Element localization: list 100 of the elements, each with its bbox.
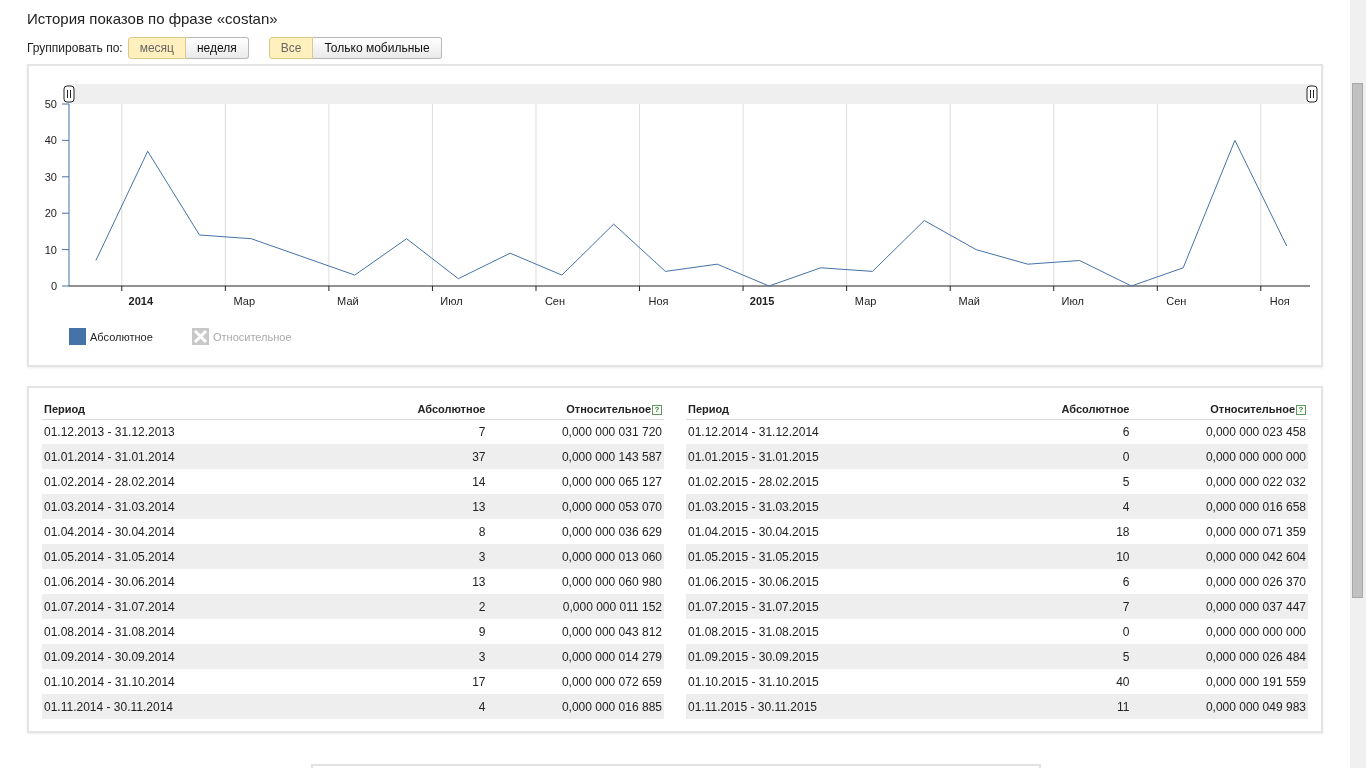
table-cell: 01.09.2015 - 30.09.2015: [686, 644, 1010, 669]
column-header: Абсолютное: [365, 400, 488, 419]
page-title: История показов по фразе «costan»: [27, 9, 279, 29]
table-cell: 0,000 000 016 658: [1131, 494, 1308, 519]
table-cell: 01.03.2014 - 31.03.2014: [42, 494, 366, 519]
tick-mark: [121, 285, 123, 292]
table-cell: 6: [1009, 419, 1132, 444]
tick-mark: [535, 285, 537, 292]
table-cell: 0,000 000 013 060: [487, 544, 664, 569]
table-cell: 01.11.2015 - 30.11.2015: [686, 694, 1010, 719]
group-by-label: Группировать по:: [27, 40, 123, 57]
table-cell: 18: [1009, 519, 1132, 544]
table-cell: 3: [365, 544, 488, 569]
table-cell: 01.04.2014 - 30.04.2014: [42, 519, 366, 544]
tick-mark: [61, 285, 70, 287]
tick-mark: [61, 249, 70, 251]
column-header: Относительное: [566, 403, 651, 415]
table-cell: 0,000 000 060 980: [487, 569, 664, 594]
table-cell: 0,000 000 000 000: [1131, 619, 1308, 644]
table-cell: 01.04.2015 - 30.04.2015: [686, 519, 1010, 544]
column-header: Абсолютное: [1009, 400, 1132, 419]
help-icon[interactable]: ?: [652, 405, 662, 415]
table-cell: 0,000 000 053 070: [487, 494, 664, 519]
table-cell: 0,000 000 042 604: [1131, 544, 1308, 569]
tick-mark: [949, 285, 951, 292]
axis-label: Сен: [544, 295, 566, 307]
toggle-button[interactable]: Все: [268, 37, 314, 59]
help-icon[interactable]: ?: [1296, 405, 1306, 415]
table-cell: 7: [1009, 594, 1132, 619]
table-cell: 5: [1009, 469, 1132, 494]
tick-mark: [61, 212, 70, 214]
tick-mark: [61, 139, 70, 141]
table-cell: 13: [365, 494, 488, 519]
tick-mark: [1053, 285, 1055, 292]
table-cell: 40: [1009, 669, 1132, 694]
table-cell: 01.05.2014 - 31.05.2014: [42, 544, 366, 569]
table-cell: 0,000 000 014 279: [487, 644, 664, 669]
table-cell: 2: [365, 594, 488, 619]
axis-label: 50: [44, 98, 57, 110]
table-cell: 0: [1009, 619, 1132, 644]
table-cell: 0,000 000 016 885: [487, 694, 664, 719]
toggle-button[interactable]: Только мобильные: [313, 37, 442, 59]
legend-item[interactable]: Абсолютное: [69, 328, 153, 345]
table-cell: 01.02.2014 - 28.02.2014: [42, 469, 366, 494]
table-cell: 6: [1009, 569, 1132, 594]
table-cell: 01.05.2015 - 31.05.2015: [686, 544, 1010, 569]
axis-label: 30: [44, 170, 57, 183]
table-cell: 9: [365, 619, 488, 644]
tick-mark: [431, 285, 433, 292]
table-cell: 01.03.2015 - 31.03.2015: [686, 494, 1010, 519]
table-cell: 8: [365, 519, 488, 544]
table-cell: 0: [1009, 444, 1132, 469]
table-cell: 01.10.2015 - 31.10.2015: [686, 669, 1010, 694]
close-icon: [192, 328, 209, 345]
toggle-button[interactable]: неделя: [185, 37, 249, 59]
range-handle[interactable]: [63, 85, 75, 103]
table-cell: 13: [365, 569, 488, 594]
table-cell: 0,000 000 071 359: [1131, 519, 1308, 544]
tick-mark: [224, 285, 226, 292]
axis-label: 0: [50, 280, 57, 292]
tick-mark: [1156, 285, 1158, 292]
column-header: Период: [686, 400, 1010, 419]
axis-label: Июл: [1061, 295, 1084, 307]
axis-label: Мар: [854, 295, 877, 307]
table-cell: 0,000 000 065 127: [487, 469, 664, 494]
column-header: Относительное: [1210, 403, 1295, 415]
table-cell: 01.01.2014 - 31.01.2014: [42, 444, 366, 469]
table-cell: 0,000 000 026 370: [1131, 569, 1308, 594]
axis-label: 2014: [128, 295, 154, 307]
axis-label: 20: [44, 207, 57, 220]
table-cell: 01.06.2015 - 30.06.2015: [686, 569, 1010, 594]
table-cell: 0,000 000 143 587: [487, 444, 664, 469]
axis-label: Июл: [440, 295, 463, 307]
axis-label: Май: [337, 295, 359, 307]
axis-label: Ноя: [648, 295, 669, 307]
axis-label: Ноя: [1269, 295, 1290, 307]
table-cell: 4: [365, 694, 488, 719]
table-cell: 01.12.2013 - 31.12.2013: [42, 419, 366, 444]
legend-marker-icon: [69, 328, 86, 345]
scrollbar[interactable]: [1350, 0, 1366, 768]
toggle-button[interactable]: месяц: [127, 37, 186, 59]
table-cell: 01.09.2014 - 30.09.2014: [42, 644, 366, 669]
scrollbar-thumb[interactable]: [1352, 83, 1363, 598]
range-handle[interactable]: [1306, 85, 1318, 103]
table-cell: 01.10.2014 - 31.10.2014: [42, 669, 366, 694]
tick-mark: [61, 176, 70, 178]
table-cell: 0,000 000 043 812: [487, 619, 664, 644]
table-cell: 10: [1009, 544, 1132, 569]
table-cell: 37: [365, 444, 488, 469]
table-cell: 01.02.2015 - 28.02.2015: [686, 469, 1010, 494]
table-cell: 01.07.2015 - 31.07.2015: [686, 594, 1010, 619]
table-cell: 14: [365, 469, 488, 494]
table-cell: 5: [1009, 644, 1132, 669]
tick-mark: [846, 285, 848, 292]
table-cell: 0,000 000 000 000: [1131, 444, 1308, 469]
table-cell: 01.08.2014 - 31.08.2014: [42, 619, 366, 644]
table-cell: 0,000 000 031 720: [487, 419, 664, 444]
table-cell: 01.11.2014 - 30.11.2014: [42, 694, 366, 719]
axis-label: Май: [958, 295, 980, 307]
table-cell: 0,000 000 191 559: [1131, 669, 1308, 694]
